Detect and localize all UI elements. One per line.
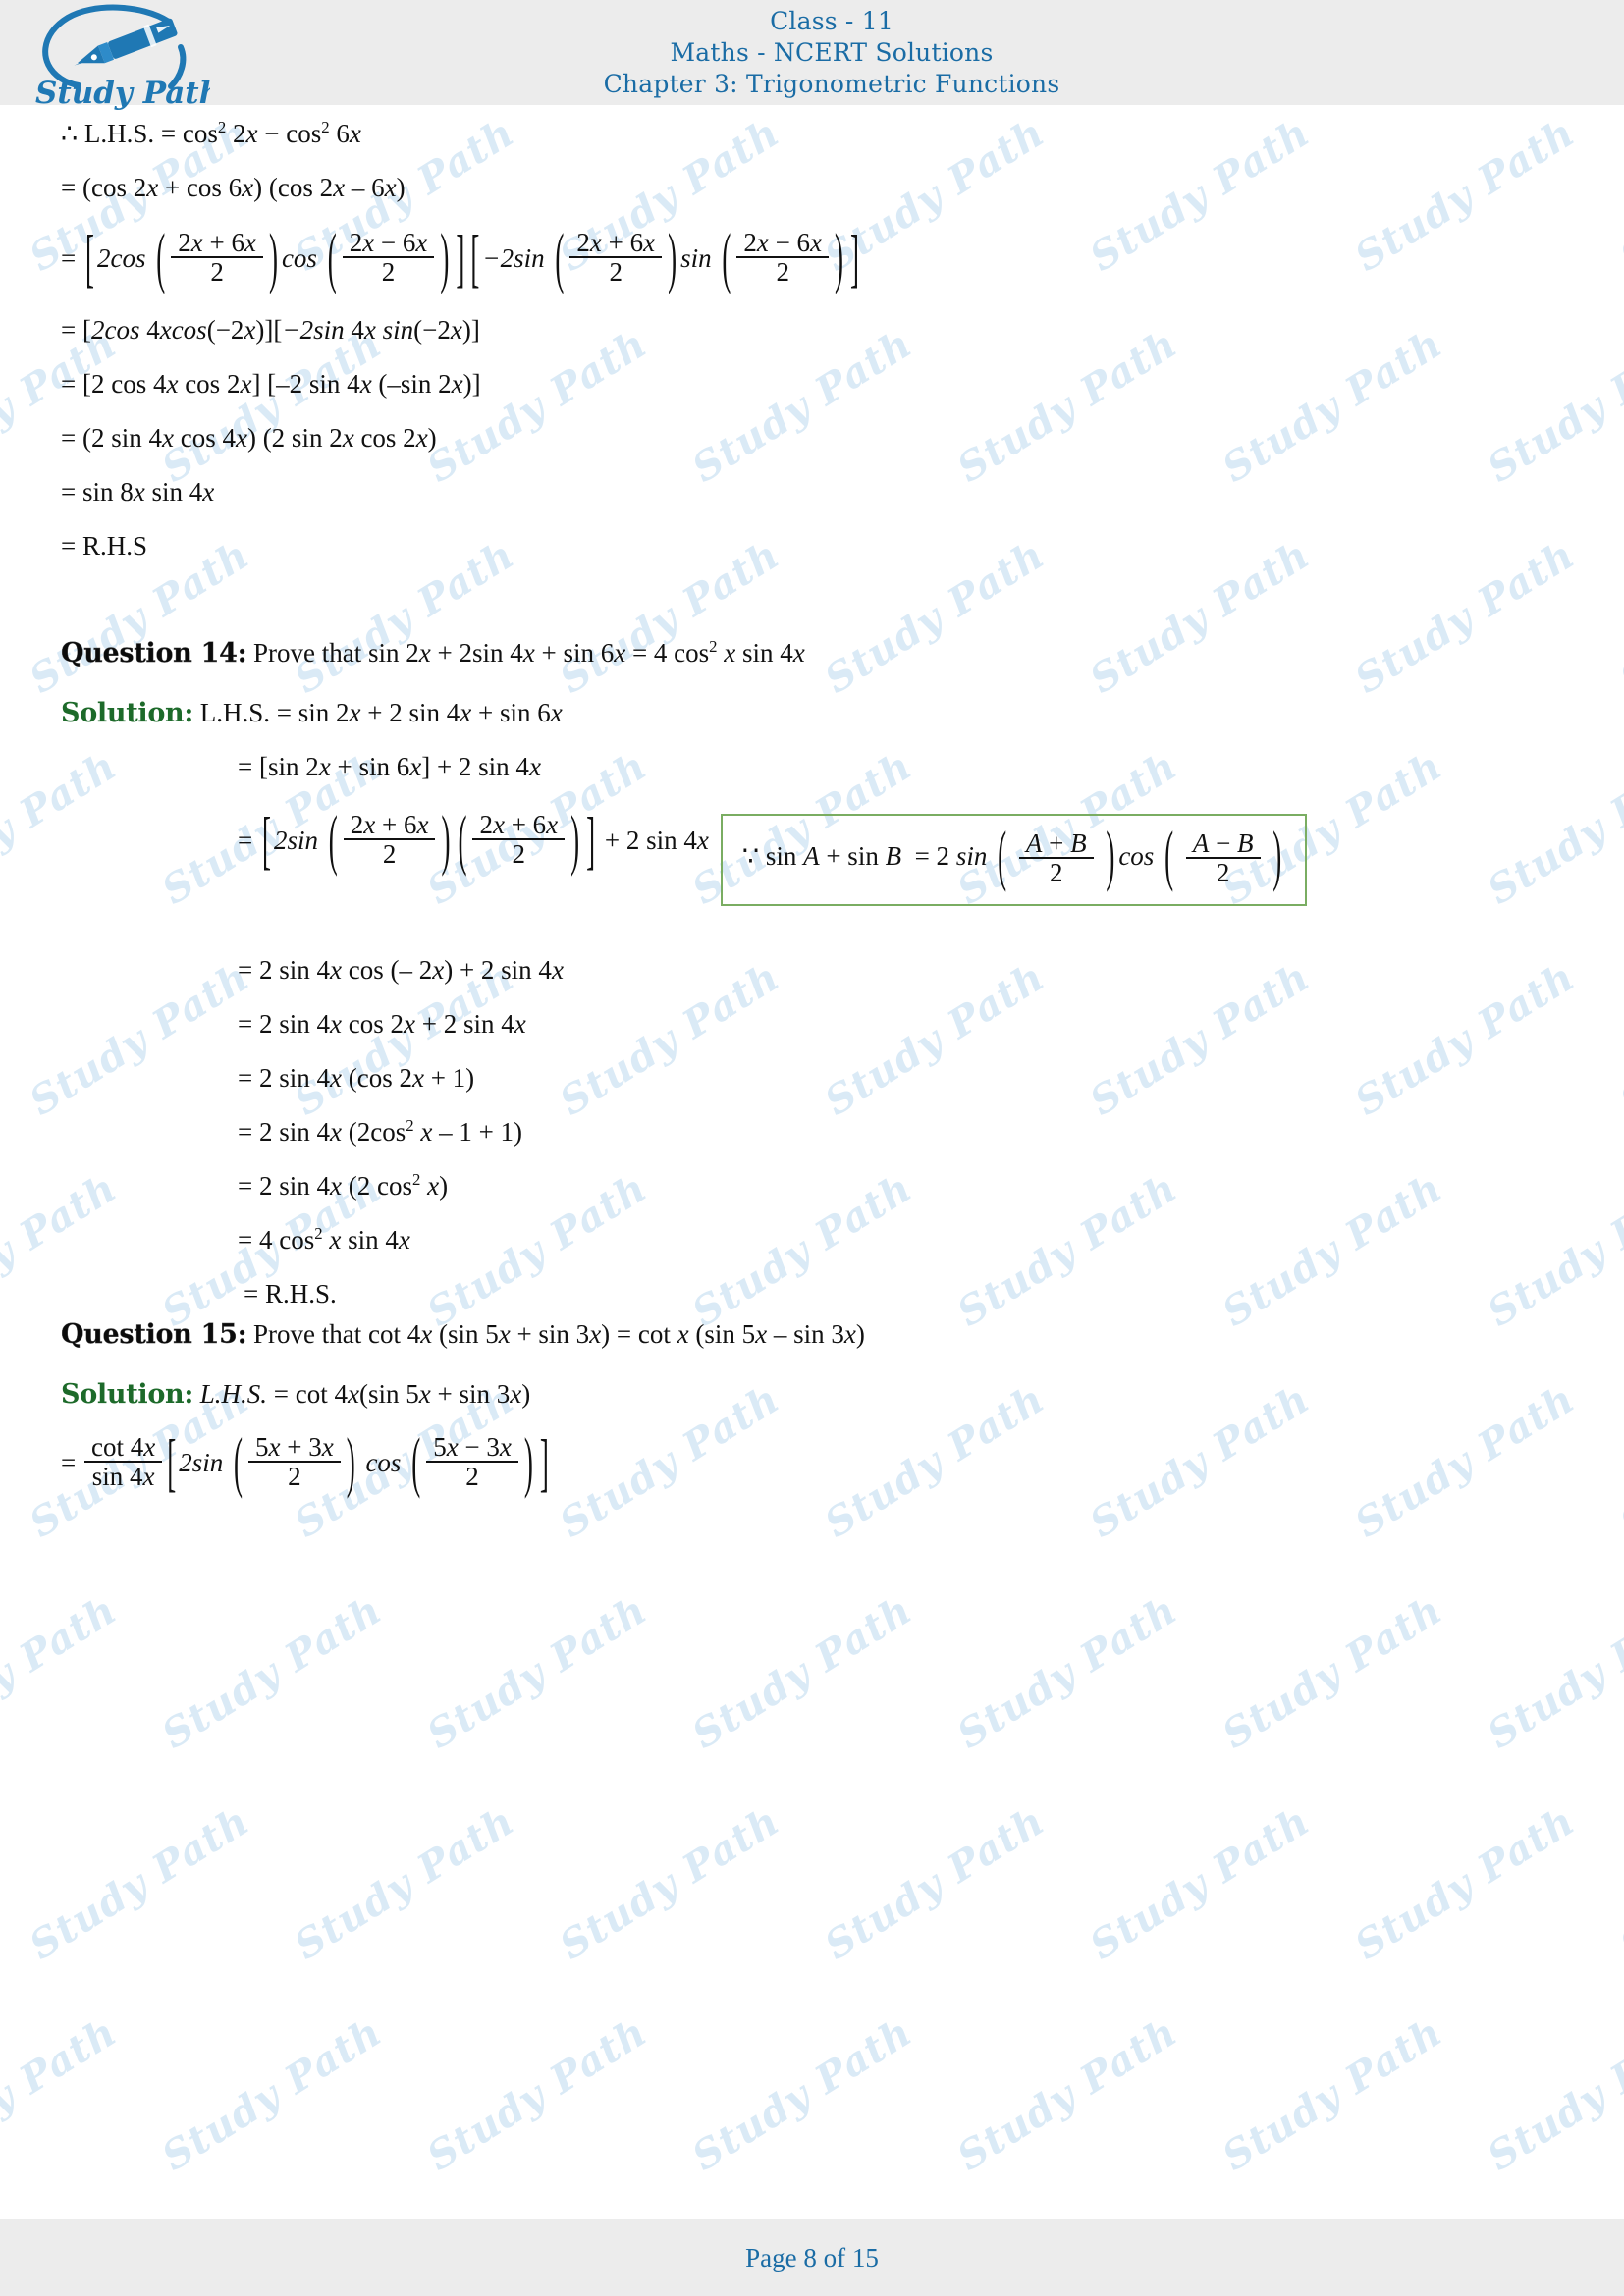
document-content: ∴ L.H.S. = cos2 2x − cos2 6x = (cos 2x +…: [0, 105, 1624, 1500]
equation-line: = [2sin ( 2x + 6x 2 )( 2x + 6x 2 )] + 2 si…: [238, 801, 709, 878]
equation-line: = 2 sin 4x (cos 2x + 1): [238, 1063, 475, 1094]
watermark-text: Study Path: [1479, 1586, 1624, 1758]
equation-line: = R.H.S.: [244, 1279, 337, 1309]
equation-line: = R.H.S: [61, 531, 148, 561]
watermark-text: Study Path: [418, 1586, 656, 1758]
solution-label-15: Solution:: [61, 1379, 194, 1411]
watermark-text: Study Path: [1479, 2008, 1624, 2180]
equation-line: = [sin 2x + sin 6x] + 2 sin 4x: [238, 752, 541, 782]
watermark-text: Study Path: [683, 2008, 921, 2180]
equation-line: = 2 sin 4x (2 cos2 x): [238, 1170, 449, 1201]
question-15-heading: Question 15: Prove that cot 4x (sin 5x +…: [61, 1319, 865, 1351]
equation-line: = 2 sin 4x cos (– 2x) + 2 sin 4x: [238, 955, 564, 986]
watermark-text: Study Path: [1081, 1797, 1319, 1969]
watermark-text: Study Path: [153, 2008, 391, 2180]
equation-line: = [ 2cos ( 2x + 6x 2 ) cos ( 2x − 6x 2 )][…: [61, 219, 860, 294]
watermark-text: Study Path: [683, 1586, 921, 1758]
header-title-block: Class - 11 Maths - NCERT Solutions Chapt…: [0, 6, 1624, 100]
solution-label-14: Solution:: [61, 698, 194, 729]
watermark-text: Study Path: [1214, 1586, 1451, 1758]
watermark-text: Study Path: [816, 1797, 1054, 1969]
equation-line: = [2cos 4xcos(−2x)][−2sin 4x sin(−2x)]: [61, 315, 480, 346]
equation-line: = (cos 2x + cos 6x) (cos 2x – 6x): [61, 173, 406, 202]
equation-line: = [2 cos 4x cos 2x] [–2 sin 4x (–sin 2x)…: [61, 369, 481, 400]
question-14-solution-line: Solution: L.H.S. = sin 2x + 2 sin 4x + s…: [61, 698, 563, 729]
header-line-chapter: Chapter 3: Trigonometric Functions: [603, 69, 1060, 98]
question-14-label: Question 14:: [61, 638, 247, 669]
equation-line: = sin 8x sin 4x: [61, 477, 215, 507]
watermark-text: Study Path: [153, 1586, 391, 1758]
question-14-heading: Question 14: Prove that sin 2x + 2sin 4x…: [61, 637, 805, 669]
watermark-text: Study Path: [418, 2008, 656, 2180]
study-path-logo: Study Path: [24, 2, 221, 112]
watermark-text: Study Path: [948, 2008, 1186, 2180]
identity-formula-box: ∵ sin A + sin B = 2 sin ( A + B2 ) cos ( …: [720, 814, 1308, 907]
page-footer: Page 8 of 15: [0, 2219, 1624, 2296]
watermark-text: Study Path: [0, 2008, 126, 2180]
page-header: Study Path Class - 11 Maths - NCERT Solu…: [0, 0, 1624, 111]
watermark-text: Study Path: [948, 1586, 1186, 1758]
equation-line: = 2 sin 4x (2cos2 x – 1 + 1): [238, 1116, 523, 1148]
equation-line: = 2 sin 4x cos 2x + 2 sin 4x: [238, 1009, 526, 1040]
watermark-text: Study Path: [1611, 1797, 1624, 1969]
equation-line: = cot 4x sin 4x [2sin ( 5x + 3x 2 ) cos ( …: [61, 1423, 549, 1500]
watermark-text: Study Path: [21, 1797, 258, 1969]
header-line-subject: Maths - NCERT Solutions: [670, 37, 994, 67]
question-15-solution-line: Solution: L.H.S. = cot 4x(sin 5x + sin 3…: [61, 1379, 531, 1411]
equation-line: ∴ L.H.S. = cos2 2x − cos2 6x: [61, 118, 361, 148]
equation-line: = 4 cos2 x sin 4x: [238, 1224, 410, 1255]
watermark-text: Study Path: [0, 1586, 126, 1758]
watermark-text: Study Path: [1214, 2008, 1451, 2180]
watermark-text: Study Path: [1346, 1797, 1584, 1969]
header-line-class: Class - 11: [770, 6, 893, 35]
logo-wordmark: Study Path: [35, 76, 210, 111]
question-15-label: Question 15:: [61, 1319, 247, 1351]
equation-line: = (2 sin 4x cos 4x) (2 sin 2x cos 2x): [61, 423, 437, 454]
watermark-text: Study Path: [286, 1797, 523, 1969]
page-number-label: Page 8 of 15: [745, 2242, 879, 2272]
watermark-text: Study Path: [551, 1797, 788, 1969]
